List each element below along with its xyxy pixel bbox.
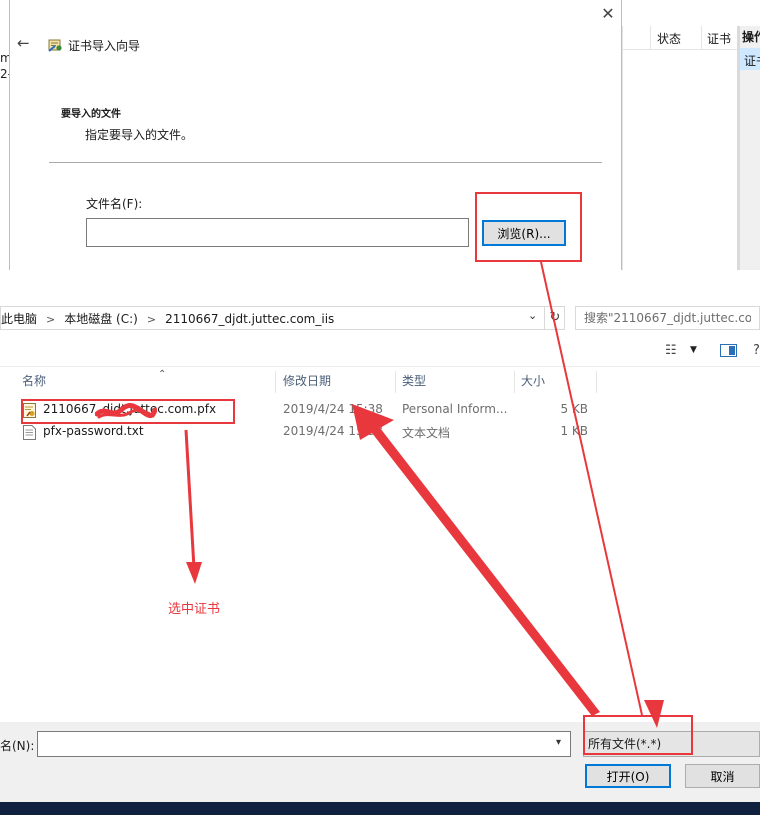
column-header-cert[interactable]: 证书 [707, 30, 731, 47]
file-size: 5 KB [560, 402, 588, 416]
back-arrow-icon[interactable]: ← [17, 34, 30, 52]
certificate-file-icon [23, 403, 36, 418]
file-list-header: ⌃ 名称 修改日期 类型 大小 [0, 369, 760, 393]
annotation-select-cert-text: 选中证书 [168, 602, 221, 617]
wizard-section-subtitle: 指定要导入的文件。 [85, 128, 194, 142]
wizard-divider [49, 162, 602, 163]
wizard-filename-label: 文件名(F): [86, 197, 143, 211]
column-header-name-label: 名称 [22, 374, 47, 388]
file-date: 2019/4/24 15:38 [283, 402, 383, 416]
wizard-title: 证书导入向导 [68, 39, 141, 53]
browse-button[interactable]: 浏览(R)... [482, 220, 566, 246]
wizard-filename-input[interactable] [86, 218, 469, 247]
close-icon[interactable]: ✕ [598, 4, 618, 23]
file-size: 1 KB [560, 424, 588, 438]
sort-ascending-icon: ⌃ [158, 369, 167, 380]
text-file-icon [23, 425, 36, 440]
column-header-name[interactable]: ⌃ 名称 [16, 369, 276, 393]
file-type: Personal Inform... [402, 402, 508, 416]
file-type: 文本文档 [402, 426, 451, 440]
column-header-size[interactable]: 大小 [515, 371, 597, 393]
column-separator [701, 26, 702, 50]
breadcrumb-this-pc[interactable]: 此电脑 [1, 312, 37, 326]
redaction-scribble [95, 403, 157, 419]
column-separator [650, 26, 651, 50]
breadcrumb: 此电脑 > 本地磁盘 (C:) >2110667_djdt.juttec.com_ii… [1, 310, 334, 327]
background-list-header: 状态 证书 [623, 26, 738, 50]
actions-pane: 操作 证书 [737, 26, 760, 270]
actions-pane-title: 操作 [742, 30, 760, 44]
search-input[interactable] [575, 306, 760, 330]
column-header-type[interactable]: 类型 [396, 371, 515, 393]
help-icon[interactable]: ? [753, 343, 760, 358]
open-button[interactable]: 打开(O) [585, 764, 671, 788]
actions-pane-item[interactable]: 证书 [740, 48, 760, 70]
file-date: 2019/4/24 15:38 [283, 424, 383, 438]
preview-pane-icon[interactable] [720, 344, 737, 357]
dialog-bottom-bar: 名(N): ▾ 所有文件(*.*) 打开(O) 取消 [0, 722, 760, 802]
filename-label: 名(N): [0, 739, 35, 753]
address-bar[interactable]: 此电脑 > 本地磁盘 (C:) >2110667_djdt.juttec.com_ii… [0, 306, 565, 330]
chevron-down-icon[interactable]: ▾ [556, 737, 561, 748]
chevron-down-icon[interactable]: ⌄ [528, 309, 537, 322]
column-header-status[interactable]: 状态 [657, 30, 681, 47]
wizard-section-heading: 要导入的文件 [61, 109, 121, 120]
certificate-import-wizard: ✕ ← 证书导入向导 要导入的文件 指定要导入的文件。 文件名(F): 浏览(R… [9, 0, 622, 270]
view-options-icon[interactable]: ☷ [665, 343, 677, 358]
chevron-right-icon[interactable]: > [147, 313, 156, 326]
view-toolbar: ☷ ▼ ? [0, 338, 760, 366]
file-type-filter-select[interactable]: 所有文件(*.*) [583, 731, 760, 757]
cancel-button[interactable]: 取消 [685, 764, 760, 788]
file-name: pfx-password.txt [43, 424, 144, 438]
view-options-caret-icon[interactable]: ▼ [690, 345, 697, 355]
breadcrumb-folder[interactable]: 2110667_djdt.juttec.com_iis [165, 312, 334, 326]
chevron-right-icon[interactable]: > [46, 313, 55, 326]
refresh-icon[interactable]: ↻ [544, 307, 565, 329]
background-list-pane: 状态 证书 [622, 26, 738, 270]
filename-input[interactable] [37, 731, 571, 757]
certificate-wizard-icon [48, 39, 62, 52]
column-header-date[interactable]: 修改日期 [277, 371, 396, 393]
taskbar [0, 802, 760, 815]
breadcrumb-local-disk[interactable]: 本地磁盘 (C:) [64, 312, 138, 326]
file-row-text[interactable]: pfx-password.txt 2019/4/24 15:38 文本文档 1 … [16, 422, 596, 442]
open-file-dialog: 此电脑 > 本地磁盘 (C:) >2110667_djdt.juttec.com_ii… [0, 270, 760, 802]
